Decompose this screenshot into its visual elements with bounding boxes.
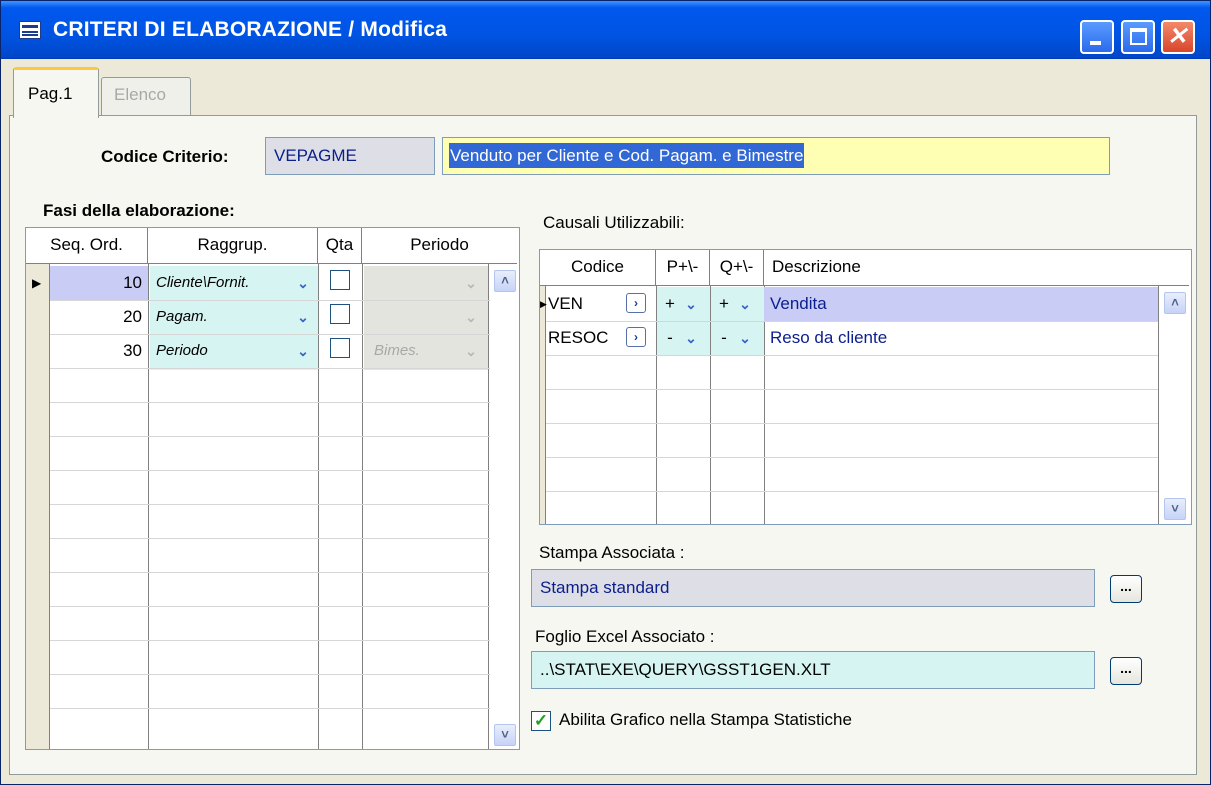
tab-elenco[interactable]: Elenco xyxy=(101,77,191,115)
fasi-scroll-up-button[interactable]: ˄ xyxy=(494,270,516,292)
fasi-hline xyxy=(50,402,490,403)
excel-field[interactable]: ..\STAT\EXE\QUERY\GSST1GEN.XLT xyxy=(531,651,1095,689)
stampa-label: Stampa Associata : xyxy=(539,543,685,562)
fasi-raggrup-cell[interactable]: Pagam. xyxy=(156,300,291,334)
chevron-down-icon: ⌄ xyxy=(465,309,477,325)
fasi-grid: Seq. Ord. Raggrup. Qta Periodo ▶ 10 Clie… xyxy=(25,227,520,750)
causali-col-descrizione[interactable]: Descrizione xyxy=(764,250,1189,286)
chevron-down-icon[interactable]: ⌄ xyxy=(292,272,314,294)
causali-hline xyxy=(546,355,1158,356)
codice-criterio-label: Codice Criterio: xyxy=(101,147,229,166)
chevron-right-icon[interactable]: › xyxy=(626,327,646,347)
causali-hline xyxy=(546,457,1158,458)
fasi-hline xyxy=(50,470,490,471)
fasi-hline xyxy=(50,640,490,641)
maximize-icon xyxy=(1130,28,1147,45)
checkmark-icon: ✓ xyxy=(533,711,549,730)
fasi-qta-checkbox[interactable] xyxy=(330,270,350,290)
excel-browse-button[interactable]: ... xyxy=(1110,657,1142,685)
chevron-down-icon[interactable]: ⌄ xyxy=(734,327,756,349)
codice-criterio-field[interactable]: VEPAGME xyxy=(265,137,435,175)
minimize-button[interactable] xyxy=(1080,20,1114,54)
causali-scroll-down-button[interactable]: ˅ xyxy=(1164,498,1186,520)
title-bar[interactable]: CRITERI DI ELABORAZIONE / Modifica ✕ xyxy=(1,1,1210,59)
fasi-periodo-cell: Bimes. xyxy=(374,342,420,359)
excel-label: Foglio Excel Associato : xyxy=(535,627,715,646)
fasi-seq-cell[interactable]: 20 xyxy=(52,300,142,334)
chevron-down-icon[interactable]: ⌄ xyxy=(734,293,756,315)
causali-hline xyxy=(546,491,1158,492)
chevron-down-icon[interactable]: ⌄ xyxy=(292,340,314,362)
fasi-hline xyxy=(50,538,490,539)
causali-hline xyxy=(546,389,1158,390)
causali-col-q[interactable]: Q+\- xyxy=(710,250,764,286)
causali-p-cell[interactable]: + xyxy=(662,287,678,321)
fasi-raggrup-cell[interactable]: Cliente\Fornit. xyxy=(156,266,291,300)
fasi-vline-2 xyxy=(318,264,319,749)
close-button[interactable]: ✕ xyxy=(1161,20,1195,54)
causali-scroll-up-button[interactable]: ˄ xyxy=(1164,292,1186,314)
fasi-raggrup-cell[interactable]: Periodo xyxy=(156,334,291,368)
chevron-down-icon[interactable]: ⌄ xyxy=(292,306,314,328)
current-row-arrow-icon: ▶ xyxy=(32,276,42,290)
fasi-hline xyxy=(50,436,490,437)
fasi-col-periodo[interactable]: Periodo xyxy=(362,228,517,264)
fasi-vline-4 xyxy=(488,264,489,749)
chevron-down-icon[interactable]: ⌄ xyxy=(680,327,702,349)
causali-descrizione-cell[interactable]: Reso da cliente xyxy=(770,321,1150,355)
grafico-checkbox[interactable]: ✓ xyxy=(531,711,551,731)
stampa-browse-button[interactable]: ... xyxy=(1110,575,1142,603)
causali-q-cell[interactable]: + xyxy=(716,287,732,321)
window-icon xyxy=(19,21,41,39)
window-title: CRITERI DI ELABORAZIONE / Modifica xyxy=(53,18,448,41)
fasi-qta-checkbox[interactable] xyxy=(330,304,350,324)
chevron-down-icon: ⌄ xyxy=(465,343,477,359)
fasi-seq-cell[interactable]: 30 xyxy=(52,334,142,368)
fasi-hline xyxy=(50,572,490,573)
fasi-title: Fasi della elaborazione: xyxy=(43,201,235,220)
fasi-hline xyxy=(50,606,490,607)
fasi-vline-3 xyxy=(362,264,363,749)
causali-col-codice[interactable]: Codice xyxy=(540,250,656,286)
fasi-hline xyxy=(50,708,490,709)
fasi-vline-1 xyxy=(148,264,149,749)
fasi-scroll-down-button[interactable]: ˅ xyxy=(494,724,516,746)
fasi-qta-checkbox[interactable] xyxy=(330,338,350,358)
causali-codice-cell[interactable]: VEN xyxy=(548,287,624,321)
grafico-label: Abilita Grafico nella Stampa Statistiche xyxy=(559,710,852,729)
close-icon: ✕ xyxy=(1167,23,1188,50)
tab-pag1[interactable]: Pag.1 xyxy=(13,67,99,118)
causali-hline xyxy=(546,423,1158,424)
window: CRITERI DI ELABORAZIONE / Modifica ✕ Pag… xyxy=(0,0,1211,785)
fasi-col-raggrup[interactable]: Raggrup. xyxy=(148,228,318,264)
criterio-description-field[interactable]: Venduto per Cliente e Cod. Pagam. e Bime… xyxy=(442,137,1110,175)
fasi-hline xyxy=(50,504,490,505)
minimize-icon xyxy=(1090,41,1101,45)
criterio-description-text: Venduto per Cliente e Cod. Pagam. e Bime… xyxy=(449,143,805,168)
causali-title: Causali Utilizzabili: xyxy=(543,213,685,232)
causali-col-p[interactable]: P+\- xyxy=(656,250,710,286)
current-row-arrow-icon: ▶ xyxy=(540,299,547,309)
chevron-right-icon[interactable]: › xyxy=(626,293,646,313)
fasi-col-qta[interactable]: Qta xyxy=(318,228,362,264)
fasi-seq-cell[interactable]: 10 xyxy=(52,266,142,300)
causali-vline-4 xyxy=(1158,286,1159,524)
causali-grid: Codice P+\- Q+\- Descrizione ▶ VEN › + ⌄… xyxy=(539,249,1192,525)
maximize-button[interactable] xyxy=(1121,20,1155,54)
fasi-row-indicator xyxy=(26,264,50,749)
causali-q-cell[interactable]: - xyxy=(716,321,732,355)
fasi-hline xyxy=(50,368,490,369)
chevron-down-icon[interactable]: ⌄ xyxy=(680,293,702,315)
fasi-hline xyxy=(50,674,490,675)
causali-p-cell[interactable]: - xyxy=(662,321,678,355)
causali-codice-cell[interactable]: RESOC xyxy=(548,321,624,355)
fasi-col-seq[interactable]: Seq. Ord. xyxy=(26,228,148,264)
causali-descrizione-cell[interactable]: Vendita xyxy=(770,287,1150,321)
stampa-field[interactable]: Stampa standard xyxy=(531,569,1095,607)
chevron-down-icon: ⌄ xyxy=(465,275,477,291)
